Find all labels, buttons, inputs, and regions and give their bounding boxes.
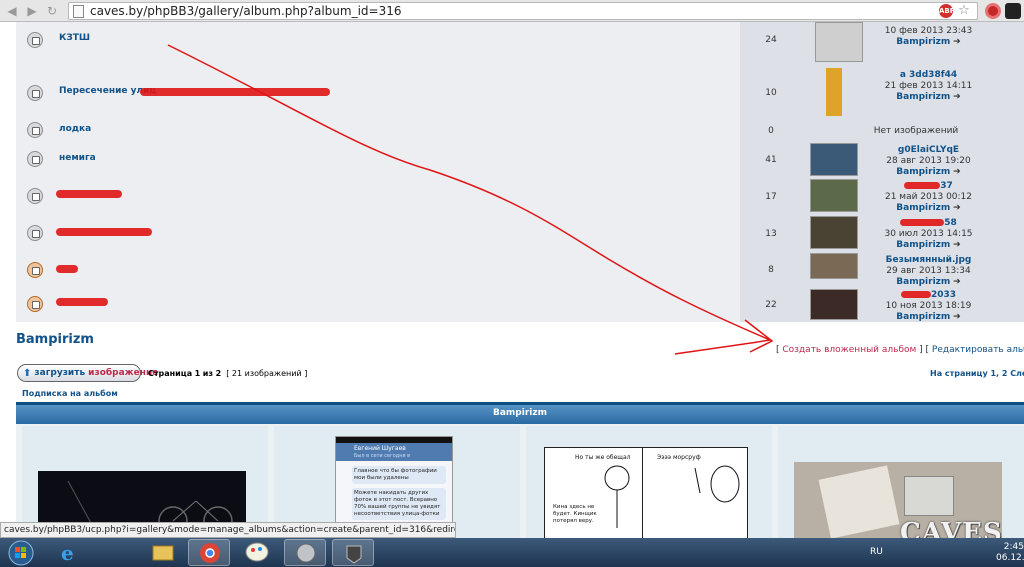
- annotation-arrow: [167, 44, 774, 355]
